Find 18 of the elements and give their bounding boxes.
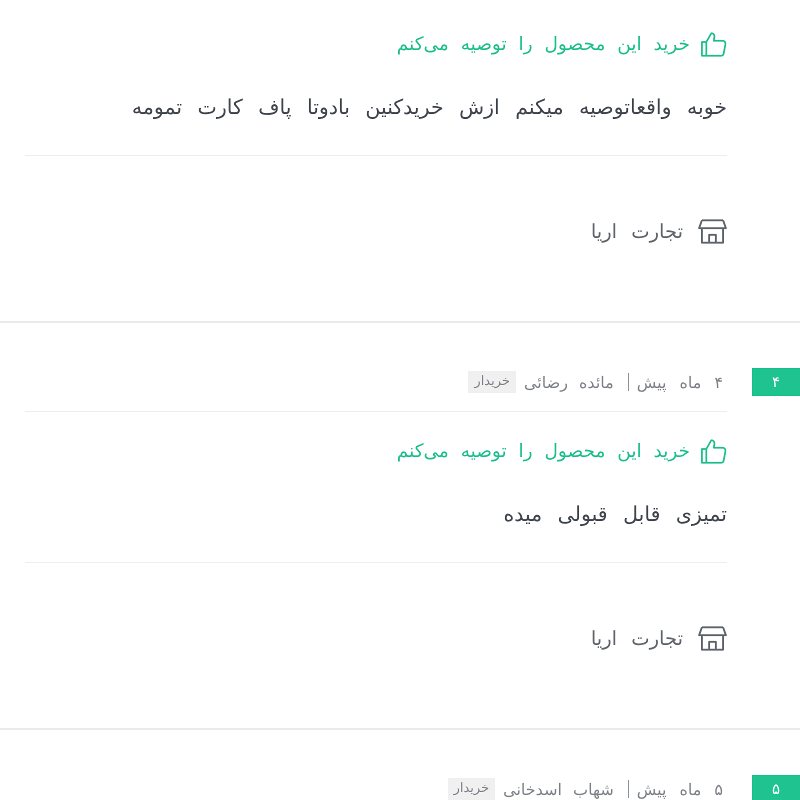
thumbs-up-icon	[700, 32, 727, 56]
seller-name: تجارت اریا	[590, 220, 683, 242]
buyer-badge: خریدار	[468, 371, 516, 393]
store-icon	[698, 218, 727, 244]
rank-badge: ۵	[752, 775, 800, 800]
recommendation-text: خرید این محصول را توصیه می‌کنم	[396, 440, 690, 462]
store-icon	[698, 626, 727, 650]
review-comment: تمیزی قابل قبولی میده	[503, 502, 727, 526]
author-name: شهاب اسدخانی	[503, 780, 614, 798]
review-date: ۴ ماه پیش	[636, 372, 723, 392]
author-name: مائده رضائی	[524, 372, 614, 392]
review-comment: خوبه واقعاتوصیه میکنم ازش خریدکنین بادوتا پاف کارت تمومه	[132, 95, 727, 119]
seller-name: تجارت اریا	[590, 626, 683, 650]
rank-badge: ۴	[752, 368, 800, 396]
buyer-badge: خریدار	[448, 778, 496, 800]
review-date: ۵ ماه پیش	[636, 780, 723, 798]
thumbs-up-icon	[700, 438, 727, 464]
recommendation-text: خرید این محصول را توصیه می‌کنم	[396, 34, 690, 54]
